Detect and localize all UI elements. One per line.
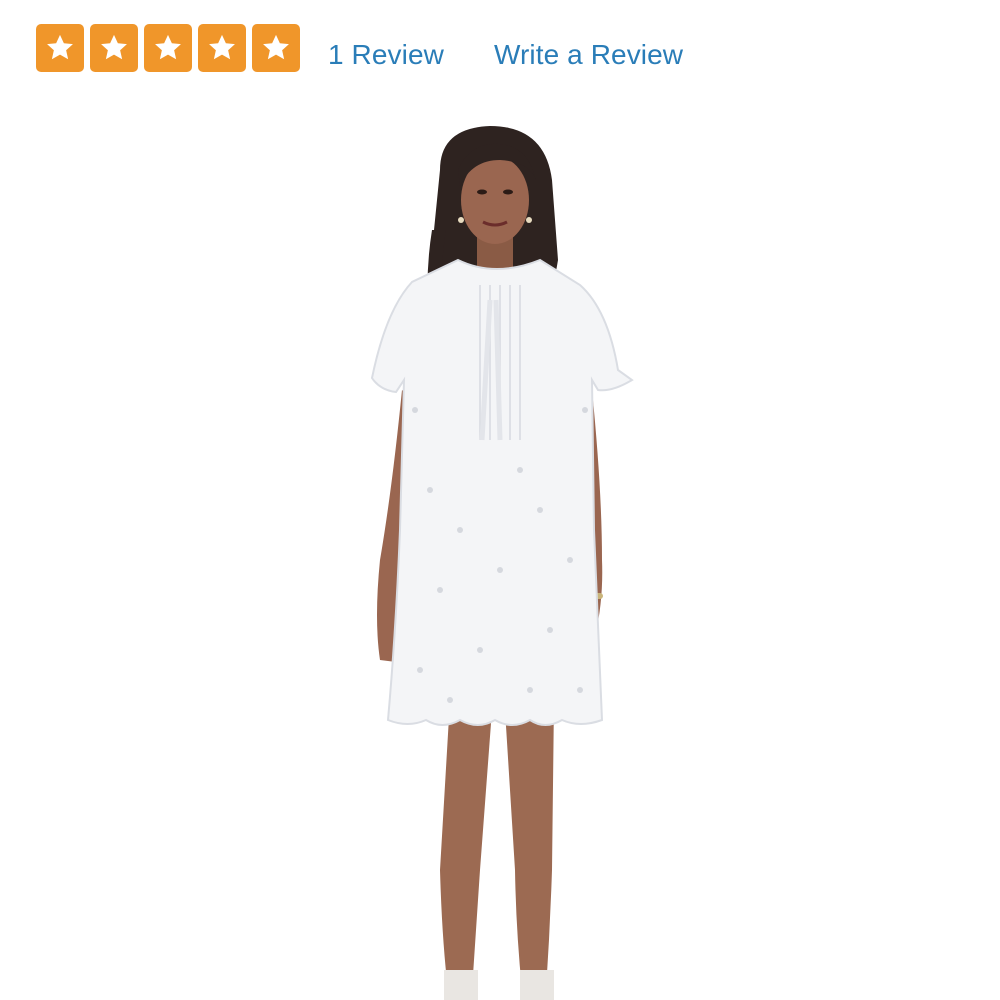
review-count-link[interactable]: 1 Review (328, 31, 444, 79)
star-icon (252, 24, 300, 72)
star-rating[interactable] (36, 24, 306, 72)
star-icon (90, 24, 138, 72)
star-icon (198, 24, 246, 72)
product-image[interactable] (340, 110, 670, 1000)
write-review-link[interactable]: Write a Review (494, 31, 683, 79)
rating-row: 1 Review Write a Review (36, 24, 683, 72)
star-icon (144, 24, 192, 72)
product-photo (370, 126, 634, 1000)
star-icon (36, 24, 84, 72)
